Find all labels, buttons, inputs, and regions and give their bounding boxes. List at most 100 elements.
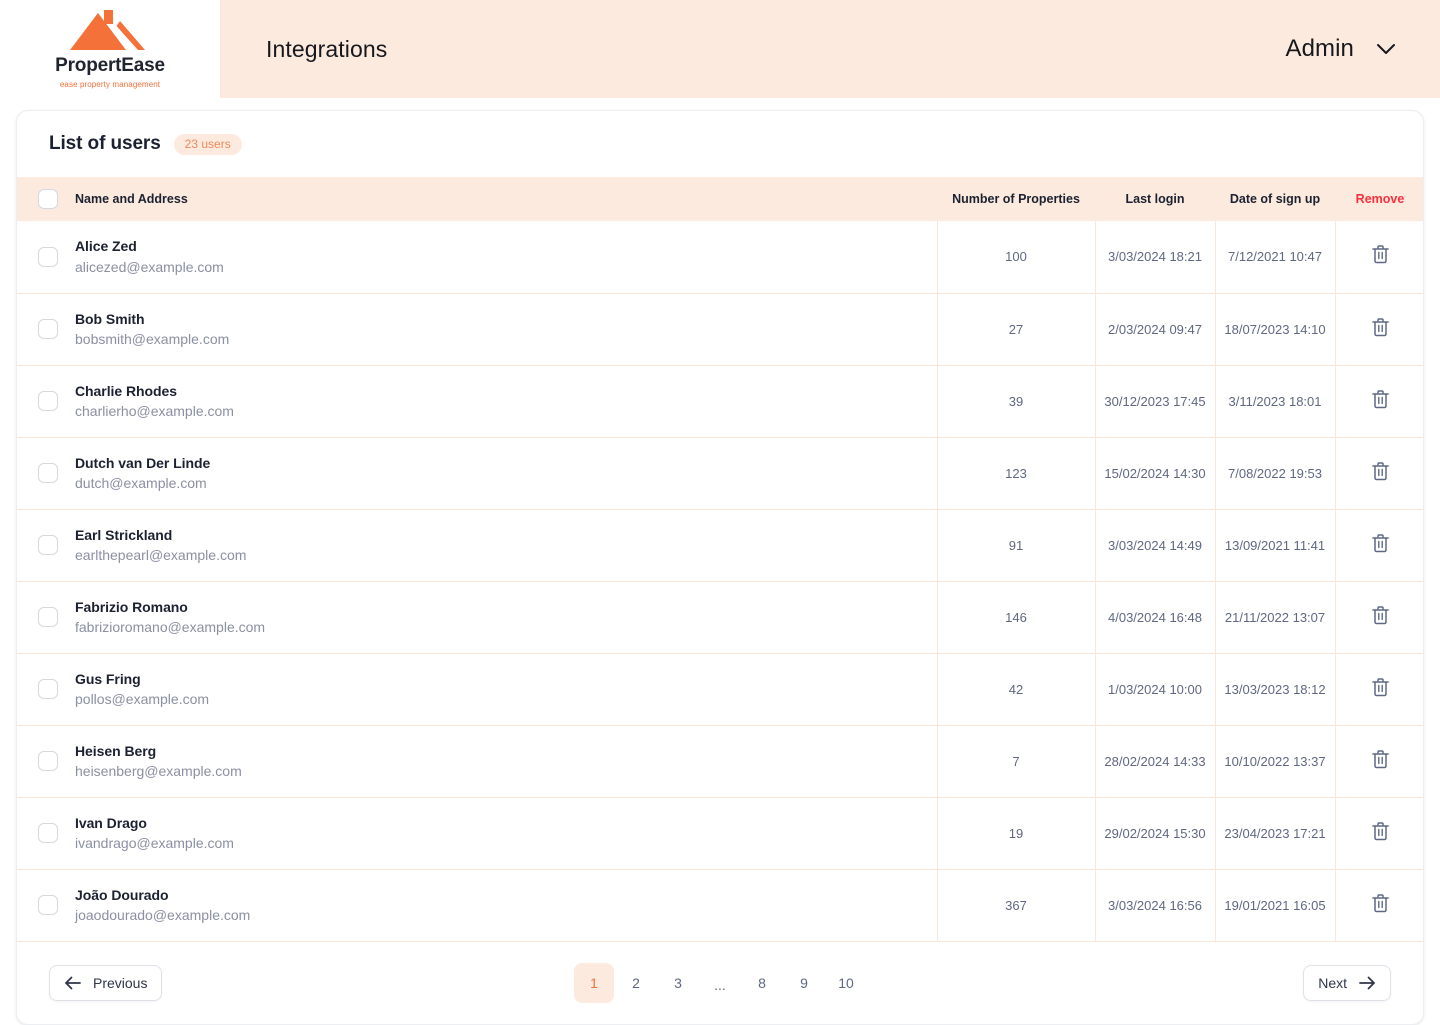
brand-tagline: ease property management	[59, 79, 161, 89]
user-cell: Heisen Berg heisenberg@example.com	[75, 725, 937, 797]
user-email: pollos@example.com	[75, 691, 210, 707]
page-number-1[interactable]: 1	[574, 962, 614, 1003]
table-row[interactable]: Earl Strickland earlthepearl@example.com 9…	[17, 509, 1423, 581]
trash-icon[interactable]	[1371, 749, 1390, 769]
next-button[interactable]: Next	[1303, 964, 1391, 1001]
page-number-3[interactable]: 3	[658, 963, 698, 1003]
column-header-signup[interactable]: Date of sign up	[1215, 177, 1335, 221]
table-body: Alice Zed alicezed@example.com 100 3/03/202…	[17, 221, 1423, 941]
row-checkbox[interactable]	[38, 751, 58, 771]
user-cell: Gus Fring pollos@example.com	[75, 653, 937, 725]
trash-icon[interactable]	[1371, 821, 1390, 841]
user-cell: Fabrizio Romano fabrizioromano@example.co…	[75, 581, 937, 653]
user-name: Bob Smith	[75, 310, 145, 327]
user-email: charlierho@example.com	[75, 403, 234, 419]
last-login: 15/02/2024 14:30	[1094, 437, 1215, 509]
account-menu[interactable]: Admin	[1285, 35, 1396, 63]
user-cell: Alice Zed alicezed@example.com	[75, 221, 937, 293]
trash-icon[interactable]	[1371, 461, 1390, 481]
table-row[interactable]: Charlie Rhodes charlierho@example.com 39 30…	[17, 365, 1423, 437]
user-cell: Dutch van Der Linde dutch@example.com	[75, 437, 937, 509]
last-login: 1/03/2024 10:00	[1094, 653, 1215, 725]
table-row[interactable]: João Dourado joaodourado@example.com 367 3/…	[17, 869, 1423, 941]
row-checkbox[interactable]	[38, 679, 58, 699]
user-name: Charlie Rhodes	[75, 382, 177, 399]
row-checkbox[interactable]	[38, 535, 58, 555]
table-row[interactable]: Dutch van Der Linde dutch@example.com 123 1…	[17, 437, 1423, 509]
trash-icon[interactable]	[1371, 389, 1390, 409]
arrow-left-icon	[65, 976, 81, 989]
row-checkbox[interactable]	[38, 607, 58, 627]
user-cell: Charlie Rhodes charlierho@example.com	[75, 365, 937, 437]
remove-cell[interactable]	[1334, 293, 1423, 365]
table-row[interactable]: Ivan Drago ivandrago@example.com 19 29/02/2…	[17, 797, 1423, 869]
page-number-10[interactable]: 10	[826, 963, 866, 1003]
properties-count: 42	[936, 653, 1095, 725]
trash-icon[interactable]	[1371, 893, 1390, 913]
trash-icon[interactable]	[1371, 605, 1390, 625]
remove-cell[interactable]	[1334, 869, 1423, 941]
column-header-properties[interactable]: Number of Properties	[937, 177, 1095, 221]
user-name: Ivan Drago	[75, 814, 147, 831]
select-all-checkbox[interactable]	[38, 189, 58, 209]
table-row[interactable]: Fabrizio Romano fabrizioromano@example.co…	[17, 581, 1423, 653]
page-number-9[interactable]: 9	[784, 963, 824, 1003]
user-name: Earl Strickland	[75, 526, 173, 543]
user-name: João Dourado	[75, 886, 169, 903]
page-number-list: 1 2 3... 8 9 10	[574, 962, 866, 1003]
row-checkbox[interactable]	[38, 823, 58, 843]
remove-cell[interactable]	[1334, 365, 1423, 437]
user-email: bobsmith@example.com	[75, 331, 230, 347]
row-checkbox[interactable]	[38, 895, 58, 915]
user-cell: Earl Strickland earlthepearl@example.com	[75, 509, 937, 581]
remove-cell[interactable]	[1334, 581, 1423, 653]
table-row[interactable]: Heisen Berg heisenberg@example.com 7 28/02/…	[17, 725, 1423, 797]
column-header-name[interactable]: Name and Address	[75, 177, 937, 221]
previous-button[interactable]: Previous	[49, 964, 163, 1001]
row-checkbox[interactable]	[38, 319, 58, 339]
trash-icon[interactable]	[1371, 244, 1390, 264]
card-title: List of users	[49, 133, 161, 154]
signup-date: 13/09/2021 11:41	[1214, 509, 1335, 581]
column-header-last-login[interactable]: Last login	[1095, 177, 1215, 221]
user-name: Heisen Berg	[75, 742, 157, 759]
column-header-remove[interactable]: Remove	[1335, 177, 1423, 221]
last-login: 2/03/2024 09:47	[1094, 293, 1215, 365]
user-email: heisenberg@example.com	[75, 763, 242, 779]
trash-icon[interactable]	[1371, 677, 1390, 697]
card-header: List of users 23 users	[17, 111, 1423, 177]
remove-cell[interactable]	[1334, 509, 1423, 581]
page-number-2[interactable]: 2	[616, 963, 656, 1003]
arrow-right-icon	[1359, 976, 1375, 989]
last-login: 3/03/2024 18:21	[1094, 221, 1215, 293]
last-login: 3/03/2024 14:49	[1094, 509, 1215, 581]
row-select-cell	[17, 869, 75, 941]
remove-cell[interactable]	[1334, 797, 1423, 869]
signup-date: 7/12/2021 10:47	[1214, 221, 1335, 293]
row-checkbox[interactable]	[38, 463, 58, 483]
row-select-cell	[17, 581, 75, 653]
user-cell: Ivan Drago ivandrago@example.com	[75, 797, 937, 869]
table-row[interactable]: Bob Smith bobsmith@example.com 27 2/03/2024…	[17, 293, 1423, 365]
signup-date: 18/07/2023 14:10	[1214, 293, 1335, 365]
previous-label: Previous	[93, 974, 148, 991]
row-select-cell	[17, 221, 75, 293]
row-select-cell	[17, 293, 75, 365]
remove-cell[interactable]	[1334, 437, 1423, 509]
page-ellipsis: ...	[714, 976, 726, 993]
remove-cell[interactable]	[1334, 653, 1423, 725]
signup-date: 3/11/2023 18:01	[1214, 365, 1335, 437]
remove-cell[interactable]	[1334, 221, 1423, 293]
signup-date: 7/08/2022 19:53	[1214, 437, 1335, 509]
trash-icon[interactable]	[1371, 533, 1390, 553]
table-row[interactable]: Alice Zed alicezed@example.com 100 3/03/202…	[17, 221, 1423, 293]
signup-date: 10/10/2022 13:37	[1214, 725, 1335, 797]
row-select-cell	[17, 725, 75, 797]
row-checkbox[interactable]	[38, 391, 58, 411]
remove-cell[interactable]	[1334, 725, 1423, 797]
trash-icon[interactable]	[1371, 317, 1390, 337]
row-checkbox[interactable]	[38, 246, 58, 267]
brand-logo[interactable]: PropertEase ease property management	[0, 0, 220, 98]
page-number-8[interactable]: 8	[742, 963, 782, 1003]
table-row[interactable]: Gus Fring pollos@example.com 42 1/03/2024 1…	[17, 653, 1423, 725]
